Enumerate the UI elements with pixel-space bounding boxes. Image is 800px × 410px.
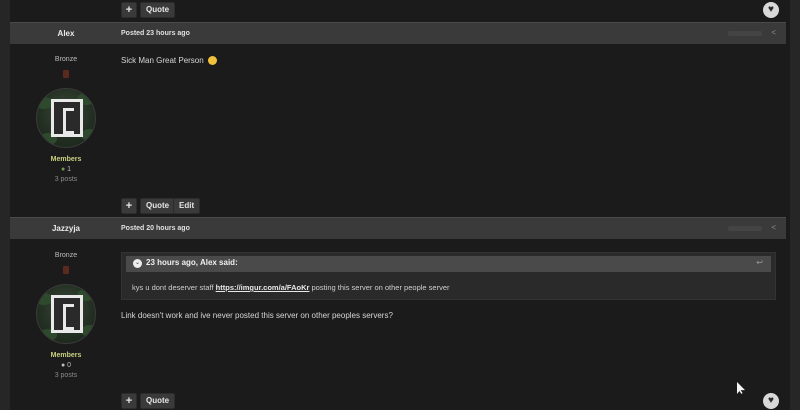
left-gutter bbox=[0, 0, 10, 410]
rank-label: Bronze bbox=[54, 56, 78, 63]
reputation-dot-icon: ● bbox=[60, 166, 66, 173]
post-timestamp[interactable]: Posted 23 hours ago bbox=[121, 23, 190, 44]
top-quote-button[interactable]: Quote bbox=[140, 2, 176, 18]
quote-link-icon[interactable]: ↩ bbox=[756, 258, 763, 267]
post-header: Alex Posted 23 hours ago < bbox=[10, 22, 786, 44]
avatar[interactable] bbox=[36, 284, 96, 344]
post-count: 3 posts bbox=[54, 176, 78, 183]
quote-text-before: kys u dont deserver staff bbox=[132, 283, 216, 292]
post-content: Sick Man Great Person bbox=[121, 56, 217, 65]
reputation: ● 1 bbox=[10, 166, 122, 173]
post-content-text: Link doesn't work and ive never posted t… bbox=[121, 311, 393, 320]
top-like-heart-icon[interactable]: ♥ bbox=[763, 2, 779, 18]
post-count: 3 posts bbox=[54, 372, 78, 379]
post-timestamp[interactable]: Posted 20 hours ago bbox=[121, 218, 190, 239]
quote-link[interactable]: https://imgur.com/a/FAoKr bbox=[216, 283, 310, 292]
rank-label: Bronze bbox=[54, 252, 78, 259]
post-author-name[interactable]: Jazzyja bbox=[10, 218, 122, 239]
post-header-faded-text bbox=[728, 31, 762, 36]
smile-emoji-icon bbox=[207, 56, 217, 65]
mouse-cursor-icon bbox=[737, 382, 745, 394]
quote-text-after: posting this server on other people serv… bbox=[309, 283, 450, 292]
like-heart-icon[interactable]: ♥ bbox=[763, 393, 779, 409]
top-plus-button[interactable]: + bbox=[121, 2, 137, 18]
member-group-label[interactable]: Members bbox=[10, 156, 122, 163]
reputation-value: 0 bbox=[67, 362, 72, 369]
post-header-faded-text bbox=[728, 226, 762, 231]
reputation-dot-icon: ● bbox=[60, 362, 66, 369]
chevron-down-icon[interactable]: ⌄ bbox=[133, 259, 142, 268]
reputation: ● 0 bbox=[10, 362, 122, 369]
avatar[interactable] bbox=[36, 88, 96, 148]
quote-button[interactable]: Quote bbox=[140, 393, 176, 409]
right-gutter bbox=[790, 0, 800, 410]
quote-body: kys u dont deserver staff https://imgur.… bbox=[132, 283, 450, 292]
member-group-label[interactable]: Members bbox=[10, 352, 122, 359]
rank-badge-icon bbox=[63, 70, 69, 78]
share-icon[interactable]: < bbox=[771, 28, 776, 37]
edit-button[interactable]: Edit bbox=[173, 198, 201, 214]
quote-button[interactable]: Quote bbox=[140, 198, 176, 214]
share-icon[interactable]: < bbox=[771, 223, 776, 232]
plus-button[interactable]: + bbox=[121, 198, 137, 214]
quote-title: 23 hours ago, Alex said: bbox=[146, 258, 238, 267]
post-author-name[interactable]: Alex bbox=[10, 23, 122, 44]
quote-block: ⌄ 23 hours ago, Alex said: ↩ kys u dont … bbox=[121, 252, 776, 300]
post-content-text: Sick Man Great Person bbox=[121, 56, 204, 65]
post-header: Jazzyja Posted 20 hours ago < bbox=[10, 217, 786, 239]
reputation-value: 1 bbox=[67, 166, 72, 173]
quote-header: ⌄ 23 hours ago, Alex said: ↩ bbox=[126, 256, 771, 272]
plus-button[interactable]: + bbox=[121, 393, 137, 409]
rank-badge-icon bbox=[63, 266, 69, 274]
